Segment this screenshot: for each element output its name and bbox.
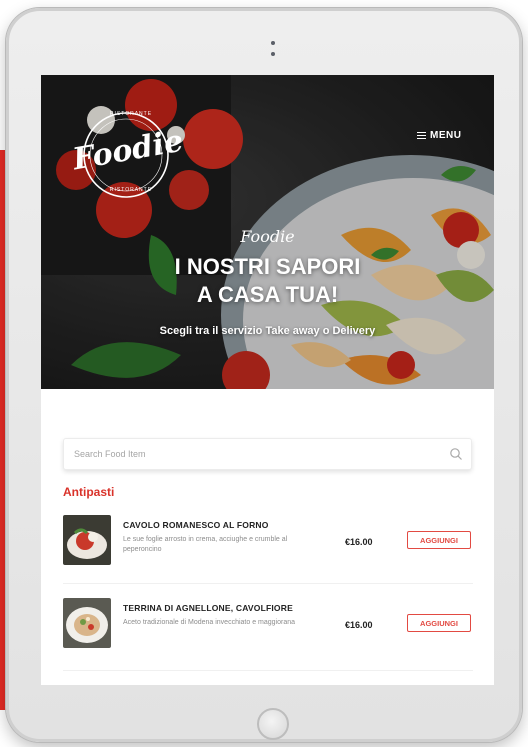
hero-banner: Foodie RISTORANTE RISTORANTE MENU Foodie… <box>41 75 494 389</box>
camera-icon <box>270 41 276 59</box>
section-title: Antipasti <box>63 485 115 499</box>
menu-label: MENU <box>430 130 462 141</box>
search-icon[interactable] <box>449 447 463 461</box>
item-description: Aceto tradizionale di Modena invecchiato… <box>123 619 295 626</box>
hero-title: I NOSTRI SAPORI A CASA TUA! <box>41 253 494 309</box>
item-price: €16.00 <box>345 537 373 547</box>
menu-button[interactable]: MENU <box>417 130 461 141</box>
item-thumbnail <box>63 598 111 648</box>
hamburger-icon <box>417 130 426 141</box>
search-input[interactable] <box>72 448 449 460</box>
item-thumbnail <box>63 515 111 565</box>
logo-top-text: RISTORANTE <box>109 111 153 117</box>
item-description: Le sue foglie arrosto in crema, acciughe… <box>123 536 288 553</box>
item-name: CAVOLO ROMANESCO AL FORNO <box>123 520 269 530</box>
hero-title-line1: I NOSTRI SAPORI <box>174 254 361 279</box>
item-name: TERRINA DI AGNELLONE, CAVOLFIORE <box>123 603 293 613</box>
logo-bottom-text: RISTORANTE <box>109 187 153 193</box>
item-divider <box>63 583 473 584</box>
search-bar <box>63 438 472 470</box>
item-price: €16.00 <box>345 620 373 630</box>
item-divider <box>63 670 473 671</box>
tablet-screen: Foodie RISTORANTE RISTORANTE MENU Foodie… <box>41 75 494 685</box>
hero-title-line2: A CASA TUA! <box>196 282 339 307</box>
hero-subtitle: Scegli tra il servizio Take away o Deliv… <box>159 325 376 337</box>
home-button[interactable] <box>257 708 289 740</box>
list-item: CAVOLO ROMANESCO AL FORNO Le sue foglie … <box>63 515 473 571</box>
add-item-button[interactable]: AGGIUNGI <box>407 614 471 632</box>
add-item-button[interactable]: AGGIUNGI <box>407 531 471 549</box>
list-item: TERRINA DI AGNELLONE, CAVOLFIORE Aceto t… <box>63 598 473 654</box>
hero-script-text: Foodie <box>240 227 295 246</box>
